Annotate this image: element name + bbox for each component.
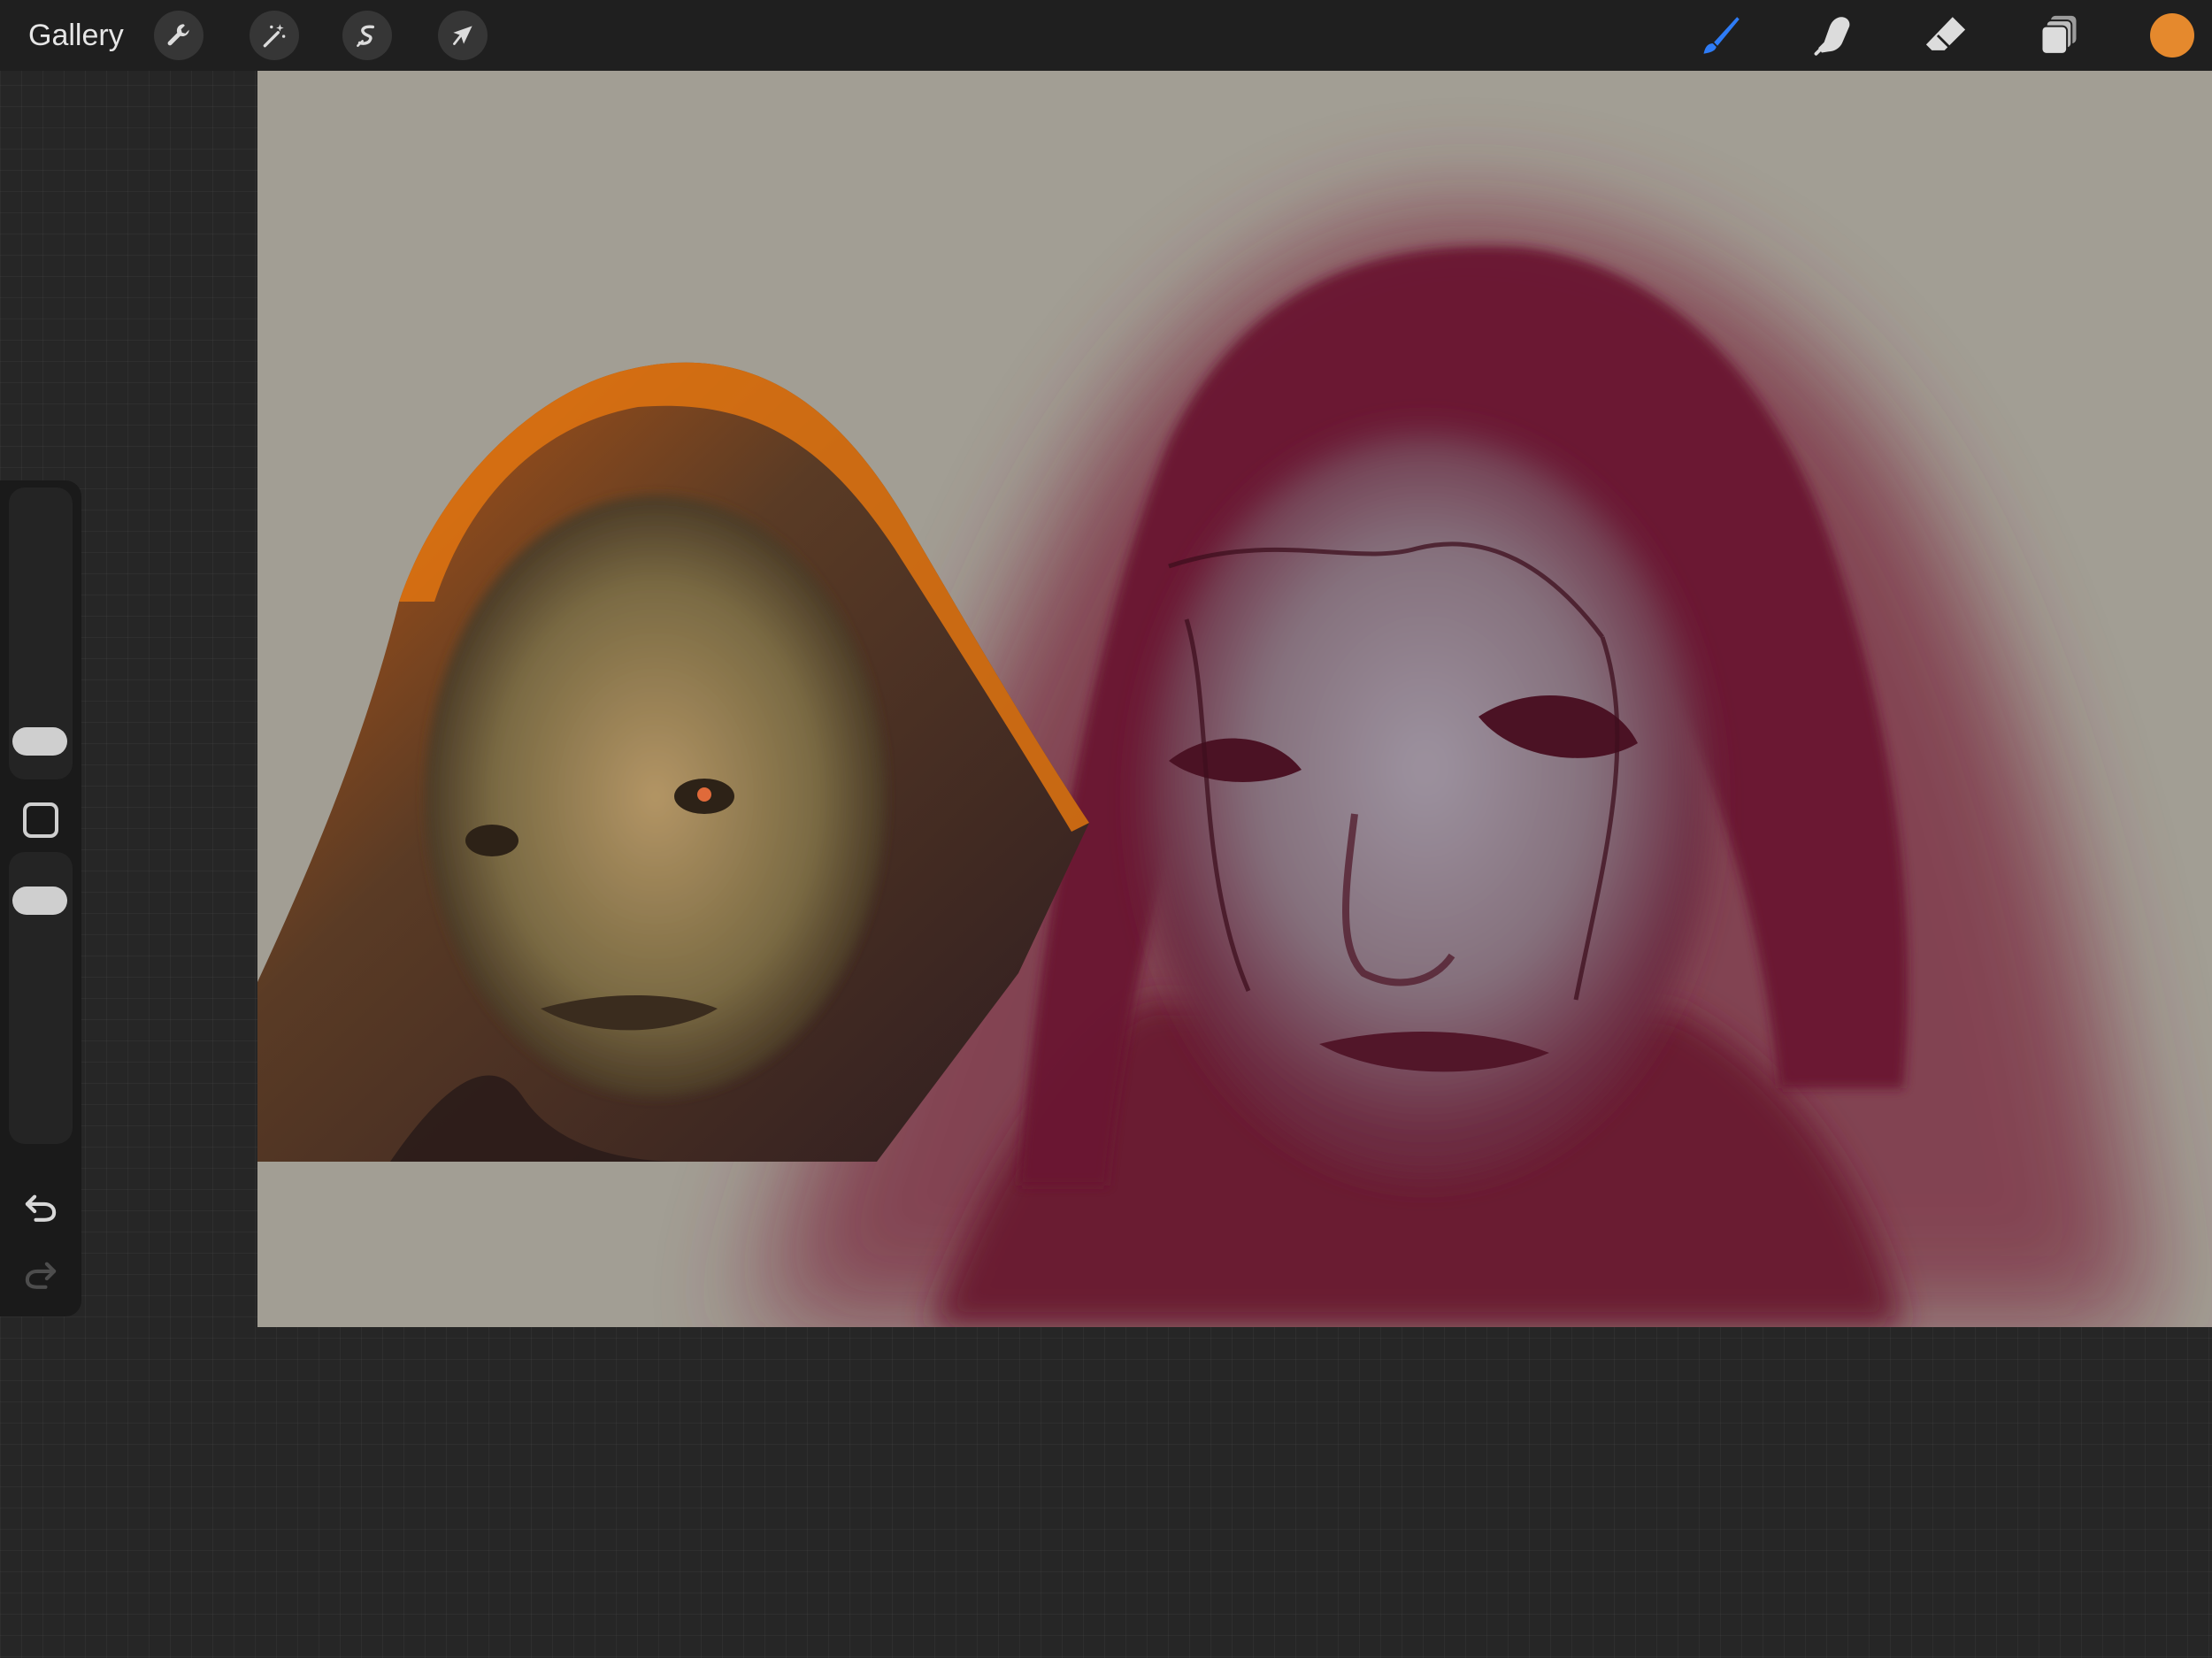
transform-button[interactable]	[438, 11, 488, 60]
opacity-handle[interactable]	[12, 887, 67, 915]
brush-size-handle[interactable]	[12, 727, 67, 756]
modifier-button[interactable]	[23, 802, 58, 838]
layers-button[interactable]	[2032, 9, 2085, 62]
smudge-finger-icon	[1814, 17, 1850, 56]
eraser-icon	[1925, 17, 1966, 50]
arrow-cursor-icon	[453, 26, 472, 45]
sidebar-panel	[0, 480, 81, 1316]
redo-icon[interactable]	[21, 1255, 60, 1294]
drawing-canvas[interactable]	[257, 71, 2212, 1327]
gallery-button[interactable]: Gallery	[28, 14, 124, 57]
selection-button[interactable]	[342, 11, 392, 60]
layers-icon	[2040, 15, 2077, 55]
undo-icon[interactable]	[21, 1188, 60, 1227]
top-toolbar: Gallery	[0, 0, 2212, 71]
magic-wand-icon	[263, 24, 286, 48]
color-picker-button[interactable]	[2150, 13, 2194, 58]
eraser-tool-button[interactable]	[1919, 9, 1972, 62]
brush-tool-button[interactable]	[1694, 9, 1747, 62]
smudge-tool-button[interactable]	[1807, 9, 1860, 62]
actions-button[interactable]	[154, 11, 204, 60]
brush-icon	[1703, 17, 1740, 54]
adjustments-button[interactable]	[250, 11, 299, 60]
wrench-icon	[167, 24, 189, 46]
artwork-illustration	[257, 71, 2212, 1327]
selection-s-icon	[357, 25, 375, 47]
